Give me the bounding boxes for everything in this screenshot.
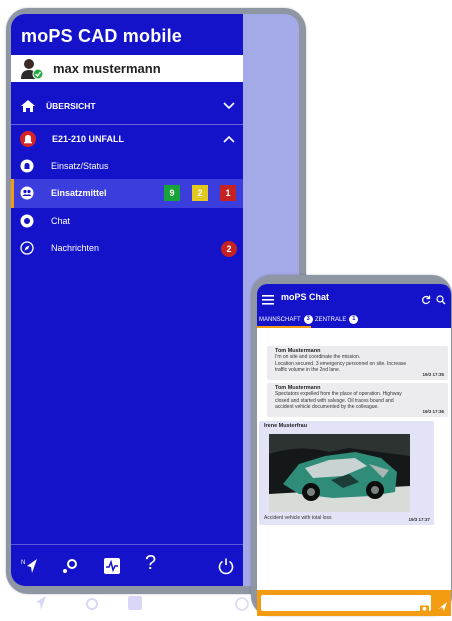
nav-item-chat[interactable]: Chat (11, 209, 243, 233)
nav-item-nachrichten[interactable]: Nachrichten (11, 236, 243, 260)
message-author: Irene Musterfrau (264, 423, 308, 429)
units-icon (20, 186, 34, 200)
tab-mannschaft[interactable]: MANNSCHAFT 3 (259, 315, 313, 324)
status-icon (20, 159, 34, 173)
monitor-icon[interactable] (103, 557, 121, 575)
chat-message-input[interactable] (261, 595, 431, 611)
navigation-icon[interactable]: N (21, 557, 39, 575)
chat-screen: moPS Chat MANNSCHAFT 3 ZENTRALE 1 Tom Mu… (257, 284, 451, 616)
camera-icon[interactable] (420, 599, 429, 612)
tab-count-badge: 3 (303, 315, 313, 324)
messages-badge: 2 (221, 241, 237, 257)
user-bar[interactable]: max mustermann (11, 55, 243, 82)
units-count-yellow: 2 (192, 185, 208, 201)
chat-tabs: MANNSCHAFT 3 ZENTRALE 1 (257, 311, 451, 328)
tab-label: ZENTRALE (315, 316, 347, 323)
user-avatar-icon (19, 58, 45, 80)
message-time: 19/3 17:37 (408, 517, 430, 522)
chat-message: Tom Mustermann Spectators expelled from … (267, 383, 448, 417)
power-icon[interactable] (217, 557, 235, 575)
svg-text:N: N (21, 560, 25, 566)
nav-incident[interactable]: E21-210 UNFALL (11, 127, 243, 151)
message-time: 19/3 17:35 (422, 372, 444, 377)
chat-input-bar (257, 590, 451, 616)
nav-item-label: Einsatz/Status (51, 161, 109, 171)
message-text: I'm on site and coordinate the mission. … (275, 354, 448, 374)
chat-message-image: Irene Musterfrau Accident vehicle with t… (259, 421, 434, 525)
tab-label: MANNSCHAFT (259, 316, 301, 323)
nav-item-label: Chat (51, 216, 71, 226)
chat-icon (20, 214, 34, 228)
search-icon[interactable] (436, 292, 446, 305)
home-icon (20, 98, 36, 114)
user-name: max mustermann (53, 61, 161, 76)
chat-title: moPS Chat (281, 292, 330, 302)
tab-zentrale[interactable]: ZENTRALE 1 (315, 315, 359, 324)
alarm-bell-icon (20, 131, 36, 147)
image-caption: Accident vehicle with total loss (264, 515, 332, 521)
app-title: moPS CAD mobile (21, 26, 183, 46)
incident-label: E21-210 UNFALL (52, 134, 125, 144)
nav-item-label: Nachrichten (51, 243, 100, 253)
message-time: 19/3 17:36 (422, 409, 444, 414)
reflection (24, 592, 264, 616)
compass-icon (20, 241, 34, 255)
bottom-toolbar: N ? (11, 544, 243, 586)
units-count-green: 9 (164, 185, 180, 201)
settings-icon[interactable] (61, 557, 79, 575)
chat-message: Tom Mustermann I'm on site and coordinat… (267, 346, 448, 380)
nav-item-einsatzmittel[interactable]: Einsatzmittel (11, 181, 243, 205)
help-icon[interactable]: ? (145, 553, 163, 573)
units-count-red: 1 (220, 185, 236, 201)
message-text: Spectators expelled from the place of op… (275, 391, 448, 411)
nav-item-label: Einsatzmittel (51, 188, 107, 198)
chevron-down-icon[interactable] (223, 100, 235, 112)
chevron-up-icon[interactable] (223, 133, 235, 145)
navigation-drawer: moPS CAD mobile max mustermann ÜBERSICHT (11, 14, 243, 586)
refresh-icon[interactable] (421, 292, 431, 305)
divider (11, 124, 243, 125)
chat-header: moPS Chat (257, 284, 451, 311)
photo-thumbnail[interactable] (269, 434, 410, 512)
tab-count-badge: 1 (349, 315, 359, 324)
send-icon[interactable] (437, 598, 447, 611)
tab-active-indicator (257, 326, 311, 328)
nav-overview[interactable]: ÜBERSICHT (11, 94, 243, 118)
nav-overview-label: ÜBERSICHT (46, 101, 96, 111)
nav-item-einsatz-status[interactable]: Einsatz/Status (11, 154, 243, 178)
hamburger-menu-icon[interactable] (262, 292, 274, 305)
